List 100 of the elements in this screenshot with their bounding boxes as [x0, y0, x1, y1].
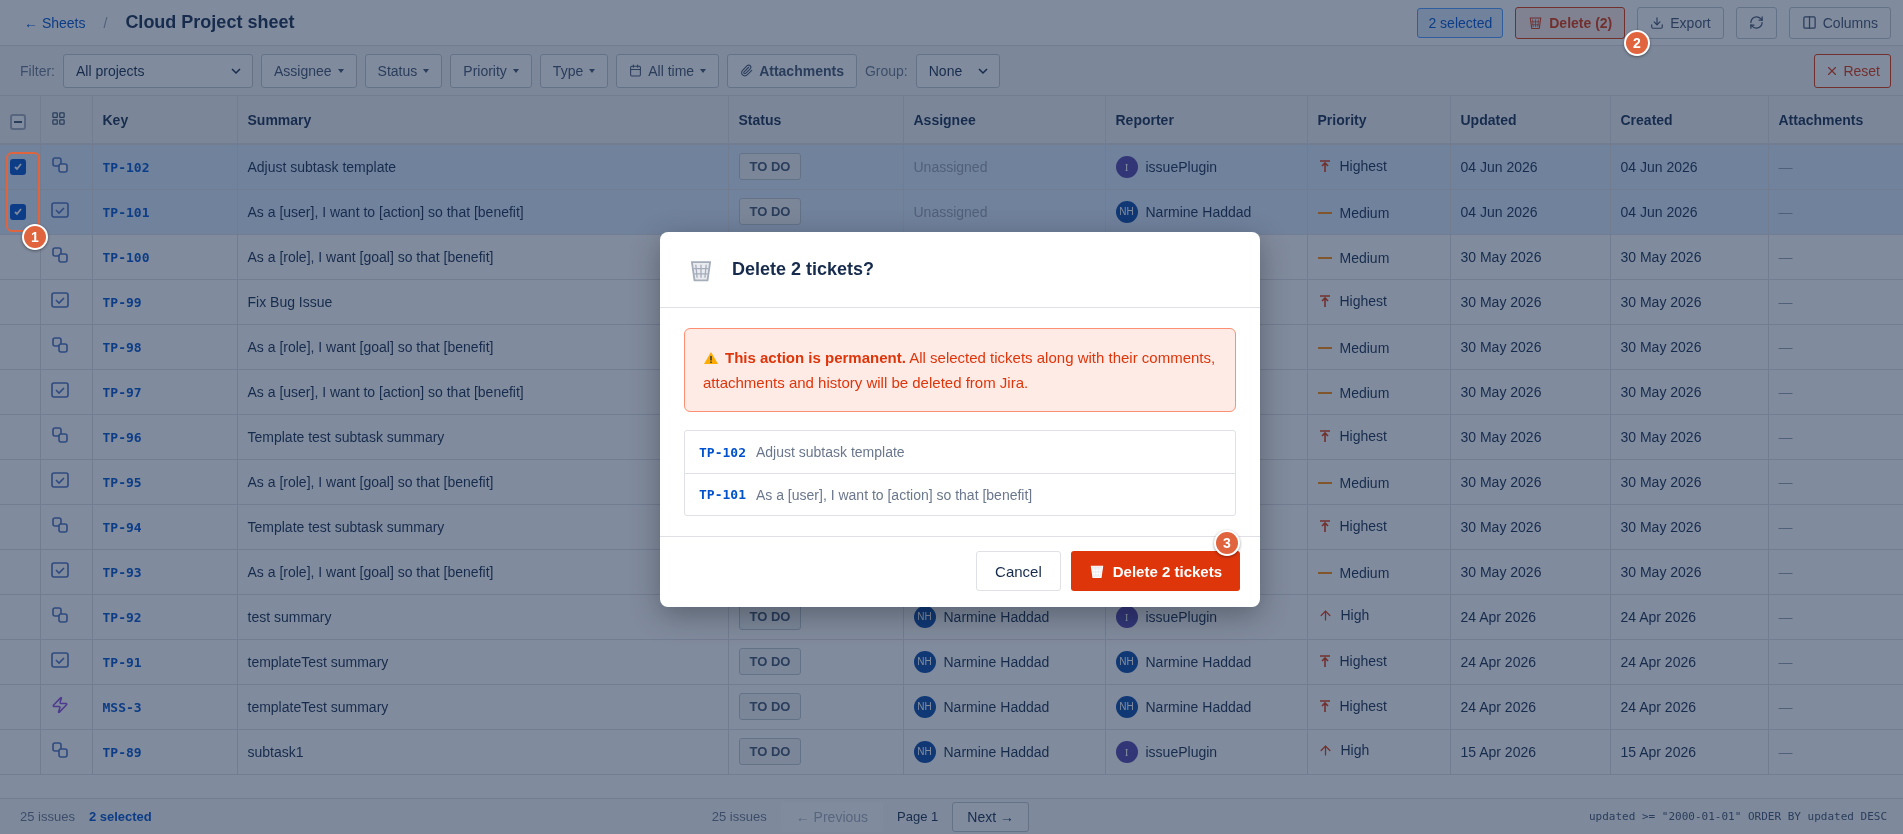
person-name: Narmine Haddad — [943, 653, 1050, 670]
date-cell: 30 May 2026 — [1610, 279, 1768, 324]
priority-medium-icon — [1317, 391, 1332, 395]
issue-key[interactable]: TP-98 — [102, 339, 142, 355]
project-select[interactable]: All projects — [63, 53, 253, 88]
date-cell: 30 May 2026 — [1610, 369, 1768, 414]
ticket-summary: Adjust subtask template — [755, 444, 905, 460]
avatar: NH — [1115, 650, 1138, 673]
caret-icon — [423, 68, 430, 73]
issue-key[interactable]: MSS-3 — [102, 699, 142, 715]
avatar: NH — [913, 650, 936, 673]
issue-key[interactable]: TP-94 — [102, 519, 142, 535]
issue-key[interactable]: TP-95 — [102, 474, 142, 490]
row-checkbox[interactable] — [10, 203, 26, 220]
date-cell: 30 May 2026 — [1610, 459, 1768, 504]
avatar: NH — [913, 740, 936, 763]
priority-highest-icon — [1317, 698, 1332, 713]
minus-icon — [14, 120, 22, 123]
caret-icon — [589, 68, 596, 73]
person-name: issuePlugin — [1145, 608, 1218, 625]
issue-key[interactable]: TP-102 — [102, 159, 150, 175]
issue-key[interactable]: TP-99 — [102, 294, 142, 310]
priority-highest-icon — [1317, 428, 1332, 443]
date-cell: 30 May 2026 — [1450, 234, 1610, 279]
delete-button[interactable]: Delete (2) — [1515, 6, 1626, 39]
avatar: NH — [1115, 200, 1138, 223]
priority-highest-icon — [1317, 518, 1332, 533]
checkbox-icon — [50, 202, 69, 218]
next-button[interactable]: Next → — [952, 801, 1029, 832]
filter-dropdown[interactable]: Assignee — [261, 53, 357, 88]
filter-dropdown[interactable]: Status — [364, 53, 443, 88]
empty-dash: — — [1778, 293, 1793, 310]
person-name: Narmine Haddad — [1145, 203, 1252, 220]
attachments-filter[interactable]: Attachments — [727, 53, 857, 88]
empty-dash: — — [1778, 473, 1793, 490]
download-icon — [1650, 15, 1665, 30]
avatar: I — [1115, 155, 1138, 178]
priority-label: Highest — [1339, 292, 1387, 309]
checkbox-icon — [50, 562, 69, 578]
issue-key[interactable]: TP-93 — [102, 564, 142, 580]
cancel-button[interactable]: Cancel — [976, 551, 1061, 591]
issue-key[interactable]: TP-92 — [102, 609, 142, 625]
date-cell: 30 May 2026 — [1610, 324, 1768, 369]
summary-cell: Adjust subtask template — [237, 144, 728, 189]
refresh-button[interactable] — [1735, 6, 1777, 39]
caret-icon — [700, 68, 707, 73]
row-checkbox[interactable] — [10, 158, 26, 175]
column-header: Reporter — [1105, 96, 1307, 144]
priority-highest-icon — [1317, 653, 1332, 668]
calendar-icon — [629, 64, 643, 77]
reset-button[interactable]: Reset — [1814, 53, 1891, 88]
group-select[interactable]: None — [915, 53, 1000, 88]
selected-count: 2 selected — [88, 809, 152, 824]
subtask-icon — [50, 336, 69, 354]
date-cell: 30 May 2026 — [1450, 369, 1610, 414]
table-row[interactable]: TP-91 templateTest summary TO DO NH Narmine Haddad NH Narmine Haddad Highest 24 Apr 2026 24 Apr 2026 — — [0, 639, 1903, 684]
issue-key[interactable]: TP-89 — [102, 744, 142, 760]
jql-query: updated >= "2000-01-01" ORDER BY updated DESC — [1589, 810, 1887, 823]
column-header: Summary — [237, 96, 728, 144]
issue-count: 25 issues — [711, 809, 767, 824]
checkmark-icon — [13, 206, 23, 217]
date-cell: 24 Apr 2026 — [1610, 639, 1768, 684]
priority-medium-icon — [1317, 256, 1332, 260]
issue-key[interactable]: TP-96 — [102, 429, 142, 445]
grid-icon — [50, 110, 66, 126]
subtask-icon — [50, 606, 69, 624]
issue-key[interactable]: TP-100 — [102, 249, 150, 265]
back-link[interactable]: ← Sheets — [24, 14, 86, 31]
select-all-checkbox[interactable] — [10, 113, 26, 130]
person-name: Narmine Haddad — [1145, 698, 1252, 715]
date-cell: 30 May 2026 — [1450, 324, 1610, 369]
table-row[interactable]: TP-89 subtask1 TO DO NH Narmine Haddad I issuePlugin High 15 Apr 2026 15 Apr 2026 — — [0, 729, 1903, 774]
avatar: NH — [913, 605, 936, 628]
issue-key[interactable]: TP-101 — [102, 204, 150, 220]
priority-medium-icon — [1317, 346, 1332, 350]
priority-label: Highest — [1339, 157, 1387, 174]
priority-medium-icon — [1317, 481, 1332, 485]
confirm-delete-button[interactable]: Delete 2 tickets — [1070, 551, 1240, 591]
priority-label: Medium — [1339, 250, 1390, 266]
columns-button[interactable]: Columns — [1788, 6, 1891, 39]
empty-dash: — — [1778, 563, 1793, 580]
filter-dropdown[interactable]: All time — [616, 53, 720, 88]
date-cell: 30 May 2026 — [1610, 234, 1768, 279]
priority-highest-icon — [1317, 293, 1332, 308]
filter-dropdown[interactable]: Priority — [450, 53, 532, 88]
subtask-icon — [50, 516, 69, 534]
filter-dropdown[interactable]: Type — [539, 53, 609, 88]
person-name: issuePlugin — [1145, 158, 1218, 175]
export-button[interactable]: Export — [1637, 6, 1724, 39]
date-cell: 04 Jun 2026 — [1610, 189, 1768, 234]
date-cell: 30 May 2026 — [1610, 504, 1768, 549]
table-row[interactable]: MSS-3 templateTest summary TO DO NH Narmine Haddad NH Narmine Haddad Highest 24 Apr 2026 24 Apr 2026 — — [0, 684, 1903, 729]
priority-label: Medium — [1339, 340, 1390, 356]
refresh-icon — [1748, 15, 1764, 30]
empty-dash: — — [1778, 248, 1793, 265]
priority-label: Highest — [1339, 652, 1387, 669]
page-title: Cloud Project sheet — [125, 12, 295, 33]
issue-key[interactable]: TP-91 — [102, 654, 142, 670]
issue-key[interactable]: TP-97 — [102, 384, 142, 400]
checkmark-icon — [13, 161, 23, 172]
